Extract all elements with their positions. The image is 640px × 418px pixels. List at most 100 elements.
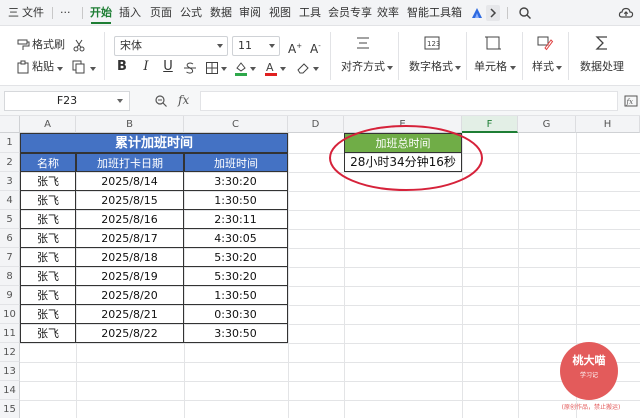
row-header-14[interactable]: 14: [0, 381, 20, 400]
tab-tools[interactable]: 工具: [299, 0, 321, 26]
cell-date[interactable]: 2025/8/19: [76, 267, 184, 286]
cell-name[interactable]: 张飞: [20, 191, 76, 210]
function-icon[interactable]: fx: [178, 93, 189, 107]
cell-date[interactable]: 2025/8/15: [76, 191, 184, 210]
italic-button[interactable]: I: [138, 59, 154, 75]
copy-dropdown-caret-icon[interactable]: [90, 67, 96, 71]
cell-name[interactable]: 张飞: [20, 172, 76, 191]
row-header-9[interactable]: 9: [0, 286, 20, 305]
table-title-cell[interactable]: 累计加班时间: [20, 133, 288, 153]
spreadsheet-grid[interactable]: A B C D E F G H 1 2 3 4 5 6 7 8 9 10 11 …: [0, 116, 640, 418]
strikethrough-icon[interactable]: [183, 61, 197, 75]
row-header-5[interactable]: 5: [0, 210, 20, 229]
hamburger-menu-icon[interactable]: 三: [8, 0, 19, 26]
cell-name[interactable]: 张飞: [20, 210, 76, 229]
cell-name[interactable]: 张飞: [20, 267, 76, 286]
expand-formula-icon[interactable]: fx: [624, 95, 638, 107]
tab-efficiency[interactable]: 效率: [377, 0, 399, 26]
cell-date[interactable]: 2025/8/20: [76, 286, 184, 305]
increase-font-icon[interactable]: A+: [288, 38, 302, 57]
cell-time[interactable]: 0:30:30: [184, 305, 288, 324]
styles-caret-icon[interactable]: [556, 66, 562, 70]
row-header-11[interactable]: 11: [0, 324, 20, 343]
underline-button[interactable]: U: [160, 59, 176, 75]
row-header-4[interactable]: 4: [0, 191, 20, 210]
eraser-icon[interactable]: [296, 61, 310, 75]
font-size-select[interactable]: 11: [232, 36, 280, 56]
row-header-13[interactable]: 13: [0, 362, 20, 381]
format-painter-button[interactable]: 格式刷: [32, 37, 65, 53]
paste-dropdown-caret-icon[interactable]: [57, 67, 63, 71]
row-header-15[interactable]: 15: [0, 400, 20, 418]
tab-insert[interactable]: 插入: [119, 0, 141, 26]
borders-icon[interactable]: [205, 61, 219, 75]
cell-time[interactable]: 3:30:20: [184, 172, 288, 191]
paste-button[interactable]: 粘贴: [32, 59, 54, 75]
chevron-right-icon[interactable]: [486, 5, 500, 21]
row-header-12[interactable]: 12: [0, 343, 20, 362]
cell-date[interactable]: 2025/8/16: [76, 210, 184, 229]
cell-name[interactable]: 张飞: [20, 286, 76, 305]
cell-name[interactable]: 张飞: [20, 248, 76, 267]
tab-page[interactable]: 页面: [150, 0, 172, 26]
column-header-g[interactable]: G: [518, 116, 576, 133]
column-header-c[interactable]: C: [184, 116, 288, 133]
data-processing-button[interactable]: 数据处理: [580, 59, 624, 75]
column-header-a[interactable]: A: [20, 116, 76, 133]
copy-icon[interactable]: [72, 60, 86, 74]
decrease-font-icon[interactable]: A-: [310, 38, 321, 57]
font-color-icon[interactable]: A: [264, 60, 278, 76]
cells-caret-icon[interactable]: [510, 66, 516, 70]
row-header-6[interactable]: 6: [0, 229, 20, 248]
search-icon[interactable]: [518, 6, 532, 20]
font-name-select[interactable]: 宋体: [114, 36, 228, 56]
styles-button[interactable]: 样式: [532, 59, 554, 75]
align-caret-icon[interactable]: [387, 66, 393, 70]
cell-time[interactable]: 3:30:50: [184, 324, 288, 343]
cell-date[interactable]: 2025/8/14: [76, 172, 184, 191]
tab-formula[interactable]: 公式: [180, 0, 202, 26]
borders-dropdown-caret-icon[interactable]: [221, 67, 227, 71]
cut-icon[interactable]: [72, 38, 86, 52]
ai-logo-icon[interactable]: [470, 6, 484, 20]
cell-time[interactable]: 1:30:50: [184, 286, 288, 305]
align-button[interactable]: 对齐方式: [341, 59, 385, 75]
table-header-overtime[interactable]: 加班时间: [184, 153, 288, 172]
cell-date[interactable]: 2025/8/21: [76, 305, 184, 324]
table-header-name[interactable]: 名称: [20, 153, 76, 172]
number-format-button[interactable]: 数字格式: [409, 59, 453, 75]
row-header-1[interactable]: 1: [0, 133, 20, 153]
cell-time[interactable]: 1:30:50: [184, 191, 288, 210]
row-header-7[interactable]: 7: [0, 248, 20, 267]
cell-name[interactable]: 张飞: [20, 229, 76, 248]
tab-member[interactable]: 会员专享: [328, 0, 372, 26]
row-header-8[interactable]: 8: [0, 267, 20, 286]
cell-time[interactable]: 2:30:11: [184, 210, 288, 229]
row-header-2[interactable]: 2: [0, 153, 20, 172]
row-header-10[interactable]: 10: [0, 305, 20, 324]
cell-time[interactable]: 5:30:20: [184, 267, 288, 286]
tab-data[interactable]: 数据: [210, 0, 232, 26]
cell-name[interactable]: 张飞: [20, 324, 76, 343]
column-header-b[interactable]: B: [76, 116, 184, 133]
tab-review[interactable]: 审阅: [239, 0, 261, 26]
zoom-icon[interactable]: [154, 94, 168, 108]
table-header-date[interactable]: 加班打卡日期: [76, 153, 184, 172]
clear-dropdown-caret-icon[interactable]: [313, 67, 319, 71]
menu-file[interactable]: 文件: [22, 0, 44, 26]
cell-time[interactable]: 4:30:05: [184, 229, 288, 248]
number-format-caret-icon[interactable]: [455, 66, 461, 70]
cell-time[interactable]: 5:30:20: [184, 248, 288, 267]
formula-input[interactable]: [200, 91, 618, 111]
fill-color-icon[interactable]: [234, 60, 248, 76]
menu-more[interactable]: ···: [60, 0, 71, 26]
tab-view[interactable]: 视图: [269, 0, 291, 26]
cell-date[interactable]: 2025/8/17: [76, 229, 184, 248]
tab-smart-toolbox[interactable]: 智能工具箱: [407, 0, 462, 26]
font-color-dropdown-caret-icon[interactable]: [280, 67, 286, 71]
cell-name[interactable]: 张飞: [20, 305, 76, 324]
column-header-h[interactable]: H: [576, 116, 640, 133]
name-box[interactable]: F23: [4, 91, 130, 111]
cell-date[interactable]: 2025/8/22: [76, 324, 184, 343]
bold-button[interactable]: B: [114, 59, 130, 75]
